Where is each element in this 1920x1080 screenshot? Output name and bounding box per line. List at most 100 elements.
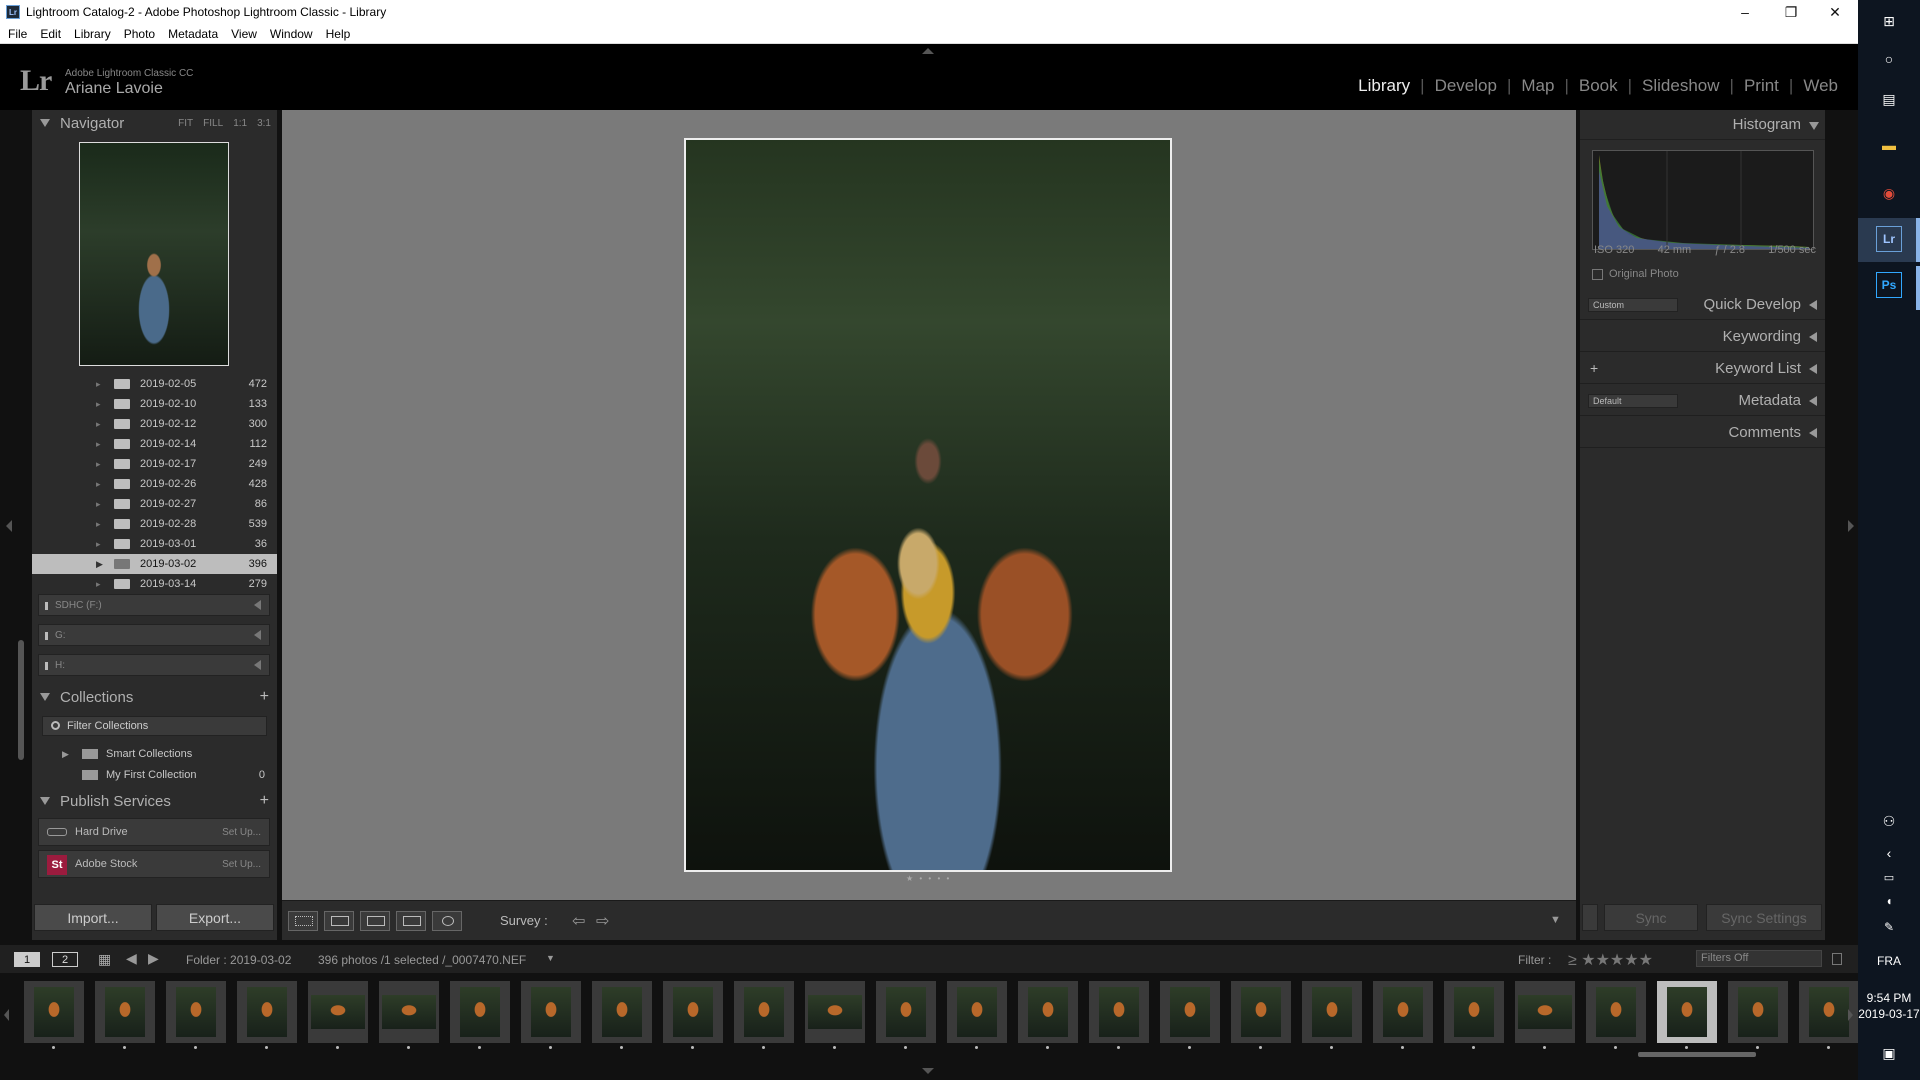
auto-sync-switch[interactable] [1582, 904, 1598, 931]
metadata-preset-select[interactable]: Default [1588, 394, 1678, 408]
filmstrip-thumbnail[interactable] [1586, 981, 1646, 1049]
grid-icon[interactable]: ▦ [98, 951, 111, 968]
task-view-icon[interactable]: ▤ [1876, 86, 1902, 112]
previous-photo-icon[interactable]: ⇦ [572, 911, 585, 931]
keyword-list-header[interactable]: Keyword List [1580, 354, 1825, 384]
publish-services-header[interactable]: Publish Services + [32, 788, 277, 814]
maximize-button[interactable]: ❐ [1768, 0, 1814, 24]
filmstrip-thumbnail[interactable] [379, 981, 439, 1049]
selection-info-chevron-down-icon[interactable]: ▼ [546, 953, 555, 963]
navigator-preview[interactable] [79, 142, 229, 366]
folder-row[interactable]: ▸ 2019-03-14 279 [32, 574, 277, 594]
back-arrow-icon[interactable]: ◀ [126, 950, 137, 967]
filmstrip-thumbnail[interactable] [1089, 981, 1149, 1049]
cortana-search-icon[interactable]: ○ [1876, 46, 1902, 72]
filmstrip-thumbnail[interactable] [592, 981, 652, 1049]
zoom-1-1[interactable]: 1:1 [233, 118, 247, 129]
filmstrip-thumbnail[interactable] [450, 981, 510, 1049]
system-clock[interactable]: 9:54 PM 2019-03-17 [1858, 990, 1920, 1022]
top-panel-toggle-icon[interactable] [922, 48, 934, 54]
module-print[interactable]: Print [1744, 76, 1779, 96]
module-develop[interactable]: Develop [1435, 76, 1497, 96]
folder-row[interactable]: ▸ 2019-02-10 133 [32, 394, 277, 414]
next-photo-icon[interactable]: ⇨ [596, 911, 609, 931]
filmstrip-thumbnail[interactable] [1515, 981, 1575, 1049]
filmstrip[interactable] [0, 973, 1859, 1053]
folder-row[interactable]: ▸ 2019-02-28 539 [32, 514, 277, 534]
filmstrip-thumbnail[interactable] [805, 981, 865, 1049]
selected-photo[interactable] [684, 138, 1172, 872]
import-button[interactable]: Import... [34, 904, 152, 931]
show-hidden-icons-chevron-icon[interactable]: ‹ [1876, 840, 1902, 866]
module-web[interactable]: Web [1803, 76, 1838, 96]
photoshop-taskbar-icon[interactable]: Ps [1876, 272, 1902, 298]
filmstrip-scroll-left-icon[interactable] [4, 1009, 9, 1021]
filmstrip-thumbnail[interactable] [237, 981, 297, 1049]
input-language[interactable]: FRA [1858, 954, 1920, 968]
quick-develop-preset-select[interactable]: Custom [1588, 298, 1678, 312]
volume-h[interactable]: H: [38, 654, 270, 676]
folder-row[interactable]: ▸ 2019-02-14 112 [32, 434, 277, 454]
filmstrip-thumbnail[interactable] [947, 981, 1007, 1049]
folder-row-selected[interactable]: ▶ 2019-03-02 396 [32, 554, 277, 574]
right-panel-toggle-icon[interactable] [1848, 520, 1854, 532]
filter-lock-icon[interactable] [1832, 953, 1842, 965]
battery-wifi-icon[interactable]: ▭ [1876, 864, 1902, 890]
folder-row[interactable]: ▸ 2019-02-17 249 [32, 454, 277, 474]
menu-photo[interactable]: Photo [124, 27, 155, 41]
filter-collections-input[interactable]: Filter Collections [42, 716, 267, 736]
volume-g[interactable]: G: [38, 624, 270, 646]
zoom-fit[interactable]: FIT [178, 118, 193, 129]
module-library[interactable]: Library [1358, 76, 1410, 96]
collection-first[interactable]: My First Collection 0 [32, 765, 277, 785]
sync-settings-button[interactable]: Sync Settings [1706, 904, 1822, 931]
add-publish-service-icon[interactable]: + [260, 792, 269, 810]
loupe-view-button[interactable] [324, 911, 354, 931]
filmstrip-thumbnail[interactable] [166, 981, 226, 1049]
hard-drive-setup-link[interactable]: Set Up... [222, 827, 261, 838]
filmstrip-thumbnail[interactable] [521, 981, 581, 1049]
primary-window-button[interactable]: 1 [14, 952, 40, 967]
minimize-button[interactable]: – [1722, 0, 1768, 24]
chrome-icon[interactable]: ◉ [1876, 180, 1902, 206]
filmstrip-thumbnail[interactable] [876, 981, 936, 1049]
adobe-stock-setup-link[interactable]: Set Up... [222, 859, 261, 870]
filmstrip-thumbnail[interactable] [308, 981, 368, 1049]
filmstrip-thumbnail[interactable] [1302, 981, 1362, 1049]
module-book[interactable]: Book [1579, 76, 1618, 96]
action-center-icon[interactable]: ▣ [1876, 1040, 1902, 1066]
module-slideshow[interactable]: Slideshow [1642, 76, 1720, 96]
filmstrip-thumbnail[interactable] [663, 981, 723, 1049]
publish-adobe-stock[interactable]: St Adobe Stock Set Up... [38, 850, 270, 878]
keywording-header[interactable]: Keywording [1580, 322, 1825, 352]
filmstrip-thumbnail[interactable] [95, 981, 155, 1049]
volume-icon[interactable]: ◖ [1876, 888, 1902, 914]
bottom-panel-toggle-icon[interactable] [922, 1068, 934, 1074]
forward-arrow-icon[interactable]: ▶ [148, 950, 159, 967]
zoom-3-1[interactable]: 3:1 [257, 118, 271, 129]
filmstrip-thumbnail[interactable] [1444, 981, 1504, 1049]
folder-row[interactable]: ▸ 2019-02-05 472 [32, 374, 277, 394]
filmstrip-thumbnail[interactable] [1231, 981, 1291, 1049]
add-keyword-icon[interactable]: + [1590, 360, 1598, 376]
volume-sdhc[interactable]: SDHC (F:) [38, 594, 270, 616]
toolbar-options-chevron-down-icon[interactable]: ▼ [1550, 914, 1561, 926]
selection-info[interactable]: 396 photos /1 selected /_0007470.NEF [318, 953, 526, 967]
filmstrip-thumbnail[interactable] [734, 981, 794, 1049]
folder-row[interactable]: ▸ 2019-02-12 300 [32, 414, 277, 434]
filmstrip-thumbnail[interactable] [1018, 981, 1078, 1049]
publish-hard-drive[interactable]: Hard Drive Set Up... [38, 818, 270, 846]
left-panel-toggle-icon[interactable] [6, 520, 12, 532]
menu-file[interactable]: File [8, 27, 27, 41]
filmstrip-thumbnail[interactable] [1728, 981, 1788, 1049]
filmstrip-thumbnail-selected[interactable] [1657, 981, 1717, 1049]
people-view-button[interactable] [432, 911, 462, 931]
zoom-fill[interactable]: FILL [203, 118, 223, 129]
folder-row[interactable]: ▸ 2019-02-26 428 [32, 474, 277, 494]
checkbox-icon[interactable] [1592, 268, 1603, 280]
pen-icon[interactable]: ✎ [1876, 914, 1902, 940]
menu-edit[interactable]: Edit [40, 27, 61, 41]
star-filter-icon[interactable]: ≥ ★★★★★ [1568, 950, 1653, 970]
people-icon[interactable]: ⚇ [1876, 808, 1902, 834]
comments-header[interactable]: Comments [1580, 418, 1825, 448]
